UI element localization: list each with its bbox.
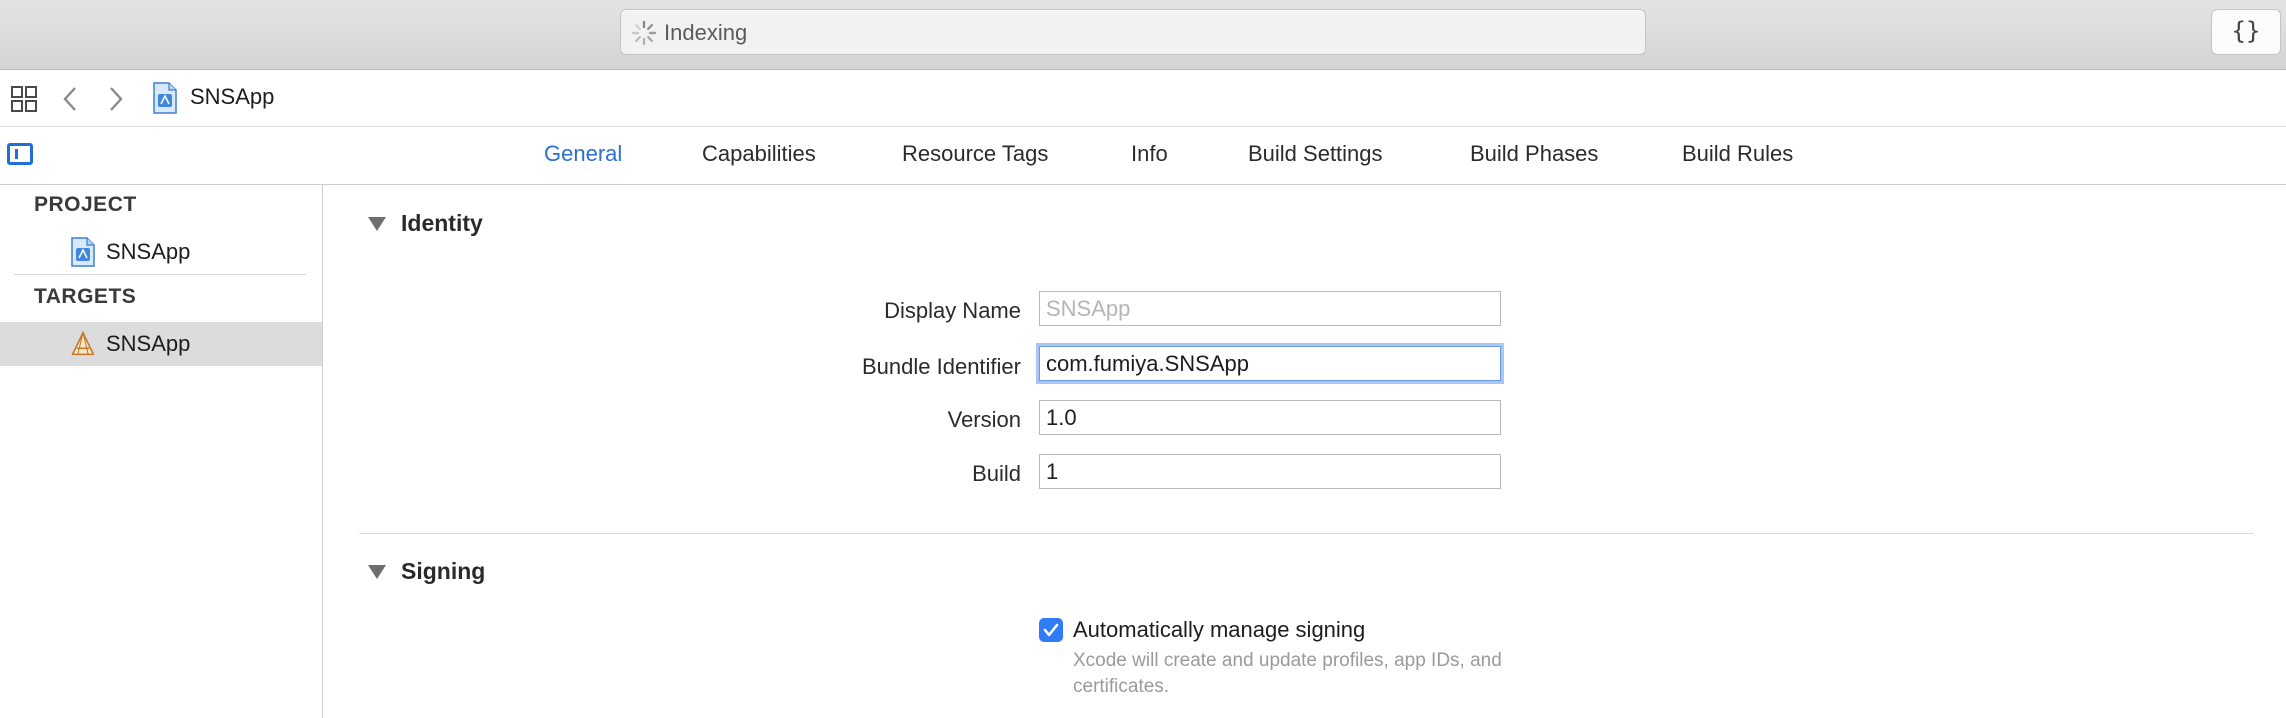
checkmark-icon — [1043, 623, 1059, 637]
jump-bar: SNSApp — [0, 70, 2286, 127]
sidebar-toggle-icon[interactable] — [7, 143, 33, 165]
xcodeproj-file-icon — [153, 82, 177, 114]
spinner-icon — [631, 20, 657, 46]
version-label: Version — [947, 407, 1021, 432]
tab-build-phases[interactable]: Build Phases — [1470, 141, 1598, 167]
build-field[interactable] — [1039, 454, 1501, 489]
sidebar-item-label: SNSApp — [106, 331, 191, 356]
signing-section-title: Signing — [401, 558, 486, 584]
auto-manage-signing-description: Xcode will create and update profiles, a… — [1073, 650, 1502, 697]
bundle-identifier-label: Bundle Identifier — [862, 354, 1021, 379]
general-settings-pane: Identity Display Name Bundle Identifier … — [323, 185, 2286, 718]
auto-manage-signing-label[interactable]: Automatically manage signing — [1073, 617, 1365, 643]
display-name-field[interactable] — [1039, 291, 1501, 326]
tab-general[interactable]: General — [544, 141, 622, 167]
tab-capabilities[interactable]: Capabilities — [702, 141, 816, 167]
xcodeproj-file-icon — [71, 237, 95, 267]
sidebar-divider — [14, 274, 306, 275]
tab-info[interactable]: Info — [1131, 141, 1168, 167]
window-titlebar: Indexing {} — [0, 0, 2286, 70]
code-snippet-button[interactable]: {} — [2211, 9, 2281, 55]
version-field[interactable] — [1039, 400, 1501, 435]
disclosure-triangle-icon[interactable] — [368, 565, 386, 579]
sidebar-item-project[interactable]: SNSApp — [0, 230, 322, 274]
build-label: Build — [972, 461, 1021, 486]
disclosure-triangle-icon[interactable] — [368, 217, 386, 231]
jump-bar-project-name[interactable]: SNSApp — [190, 84, 274, 110]
chevron-left-icon[interactable] — [60, 84, 80, 114]
project-target-sidebar: PROJECT SNSApp TARGETS SNSApp — [0, 185, 323, 718]
project-section-header: PROJECT — [34, 193, 137, 216]
app-target-icon — [71, 330, 95, 356]
section-divider — [359, 533, 2254, 534]
sidebar-item-label: SNSApp — [106, 239, 191, 264]
activity-viewer: Indexing — [620, 9, 1646, 55]
auto-manage-signing-checkbox[interactable] — [1039, 618, 1063, 642]
tab-build-settings[interactable]: Build Settings — [1248, 141, 1383, 167]
activity-status-text: Indexing — [664, 20, 748, 45]
display-name-label: Display Name — [884, 298, 1021, 323]
tab-build-rules[interactable]: Build Rules — [1682, 141, 1793, 167]
related-items-grid-icon[interactable] — [10, 85, 38, 113]
chevron-right-icon[interactable] — [106, 84, 126, 114]
identity-section-title: Identity — [401, 210, 483, 236]
bundle-identifier-field[interactable] — [1039, 346, 1501, 381]
targets-section-header: TARGETS — [34, 285, 137, 308]
sidebar-item-target[interactable]: SNSApp — [0, 322, 322, 366]
tab-resource-tags[interactable]: Resource Tags — [902, 141, 1048, 167]
editor-tab-bar: General Capabilities Resource Tags Info … — [0, 127, 2286, 185]
